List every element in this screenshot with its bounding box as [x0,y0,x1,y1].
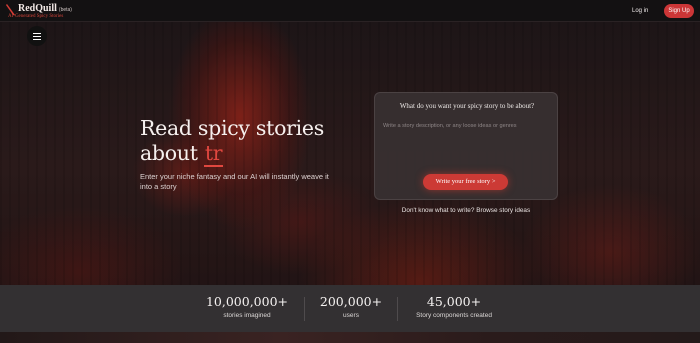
stat-users: 200,000+ users [311,294,391,319]
signup-button[interactable]: Sign Up [664,4,694,18]
stat-divider [397,297,398,321]
browse-ideas-link[interactable]: Don't know what to write? Browse story i… [374,207,558,214]
stat-value: 200,000+ [319,294,383,309]
stat-label: stories imagined [223,312,271,319]
brand-tagline: AI-Generated Spicy Stories [8,14,64,19]
bottom-strip [0,332,700,343]
brand-logo[interactable]: RedQuill (beta) AI-Generated Spicy Storie… [6,3,76,21]
stat-components: 45,000+ Story components created [404,294,504,319]
write-story-button[interactable]: Write your free story > [423,174,508,190]
hero-title: Read spicy stories about tr [140,116,370,167]
typed-word: tr [203,141,224,167]
beta-badge: (beta) [58,7,72,13]
brand-name: RedQuill (beta) [18,3,72,14]
stat-label: Story components created [416,312,492,319]
hero-subtitle: Enter your niche fantasy and our AI will… [140,172,329,191]
brand-name-text: RedQuill [18,3,57,14]
story-question: What do you want your spicy story to be … [399,102,535,110]
hero-title-prefix: about [140,141,198,165]
stats-band: 10,000,000+ stories imagined 200,000+ us… [0,285,700,332]
menu-line [33,32,41,34]
stat-label: users [343,312,359,319]
stat-stories: 10,000,000+ stories imagined [197,294,297,319]
top-navbar: RedQuill (beta) AI-Generated Spicy Storie… [0,0,700,22]
stat-value: 10,000,000+ [205,294,289,309]
hero-title-line1: Read spicy stories [140,116,324,140]
menu-line [33,35,41,37]
menu-line [33,38,41,40]
stat-value: 45,000+ [426,294,482,309]
story-description-input[interactable] [383,123,551,167]
login-link[interactable]: Log in [632,6,648,16]
stat-divider [304,297,305,321]
hamburger-menu-icon[interactable] [27,26,47,46]
hero-title-line2: about tr [140,141,370,167]
